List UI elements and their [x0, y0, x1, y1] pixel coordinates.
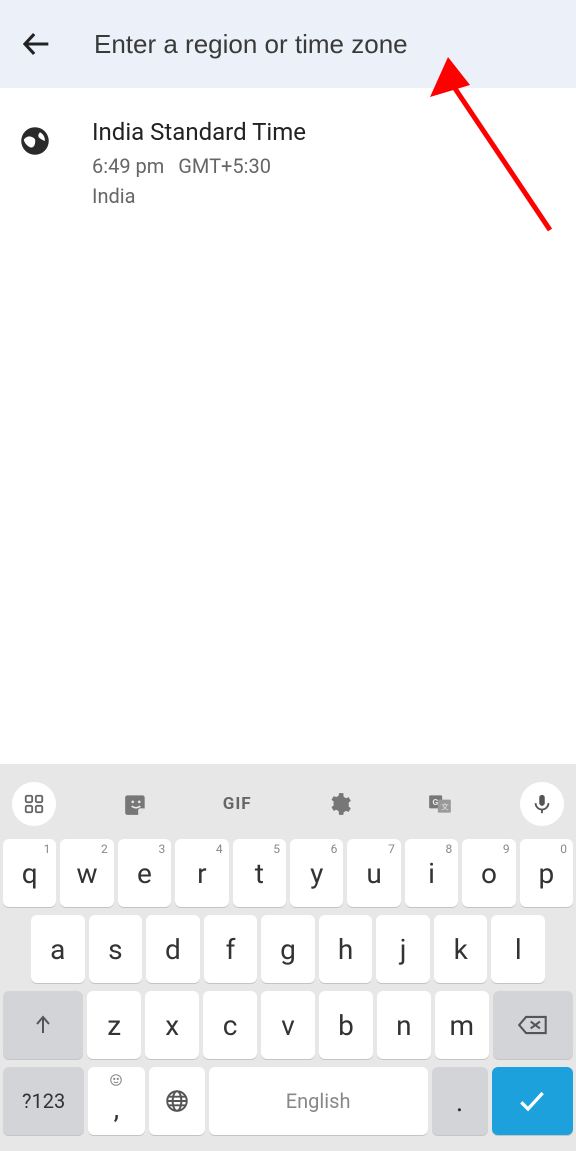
key-a[interactable]: a [31, 915, 85, 983]
gif-icon[interactable]: GIF [215, 782, 259, 826]
apps-icon[interactable] [12, 782, 56, 826]
back-icon[interactable] [20, 27, 54, 61]
key-f[interactable]: f [204, 915, 258, 983]
gear-icon[interactable] [317, 782, 361, 826]
virtual-keyboard: GIF G 文 q1w2e3r4t5y6u7i8o9p0 asdfghjkl [0, 764, 576, 1151]
key-h[interactable]: h [319, 915, 373, 983]
key-c[interactable]: c [203, 991, 257, 1059]
enter-key[interactable] [492, 1067, 573, 1135]
period-key[interactable]: . [432, 1067, 488, 1135]
svg-text:文: 文 [441, 801, 449, 811]
result-offset: GMT+5:30 [178, 154, 271, 178]
key-z[interactable]: z [87, 991, 141, 1059]
key-v[interactable]: v [261, 991, 315, 1059]
key-y[interactable]: y6 [290, 839, 343, 907]
key-m[interactable]: m [435, 991, 489, 1059]
result-subline: 6:49 pm GMT+5:30 [92, 154, 306, 178]
key-o[interactable]: o9 [462, 839, 515, 907]
timezone-result-item[interactable]: India Standard Time 6:49 pm GMT+5:30 Ind… [0, 88, 576, 238]
emoji-hint-icon [109, 1073, 123, 1091]
backspace-key[interactable] [493, 991, 573, 1059]
key-g[interactable]: g [261, 915, 315, 983]
sticker-icon[interactable] [114, 782, 158, 826]
mic-icon[interactable] [520, 782, 564, 826]
spacebar-key[interactable]: English [209, 1067, 428, 1135]
key-j[interactable]: j [376, 915, 430, 983]
key-l[interactable]: l [491, 915, 545, 983]
search-header [0, 0, 576, 88]
svg-text:G: G [433, 798, 439, 808]
search-input[interactable] [94, 29, 556, 60]
result-body: India Standard Time 6:49 pm GMT+5:30 Ind… [92, 118, 306, 208]
result-time: 6:49 pm [92, 154, 164, 178]
comma-key[interactable]: , [88, 1067, 144, 1135]
key-k[interactable]: k [434, 915, 488, 983]
comma-label: , [114, 1092, 120, 1125]
keyboard-toolbar: GIF G 文 [0, 772, 576, 836]
translate-icon[interactable]: G 文 [418, 782, 462, 826]
key-p[interactable]: p0 [520, 839, 573, 907]
language-key[interactable] [149, 1067, 205, 1135]
key-i[interactable]: i8 [405, 839, 458, 907]
key-e[interactable]: e3 [118, 839, 171, 907]
key-q[interactable]: q1 [3, 839, 56, 907]
result-country: India [92, 184, 306, 208]
key-w[interactable]: w2 [60, 839, 113, 907]
key-n[interactable]: n [377, 991, 431, 1059]
key-s[interactable]: s [89, 915, 143, 983]
key-d[interactable]: d [146, 915, 200, 983]
key-x[interactable]: x [145, 991, 199, 1059]
result-title: India Standard Time [92, 118, 306, 146]
shift-key[interactable] [3, 991, 83, 1059]
key-b[interactable]: b [319, 991, 373, 1059]
globe-icon [20, 126, 50, 156]
key-t[interactable]: t5 [233, 839, 286, 907]
key-r[interactable]: r4 [175, 839, 228, 907]
numsym-key[interactable]: ?123 [3, 1067, 84, 1135]
key-u[interactable]: u7 [347, 839, 400, 907]
